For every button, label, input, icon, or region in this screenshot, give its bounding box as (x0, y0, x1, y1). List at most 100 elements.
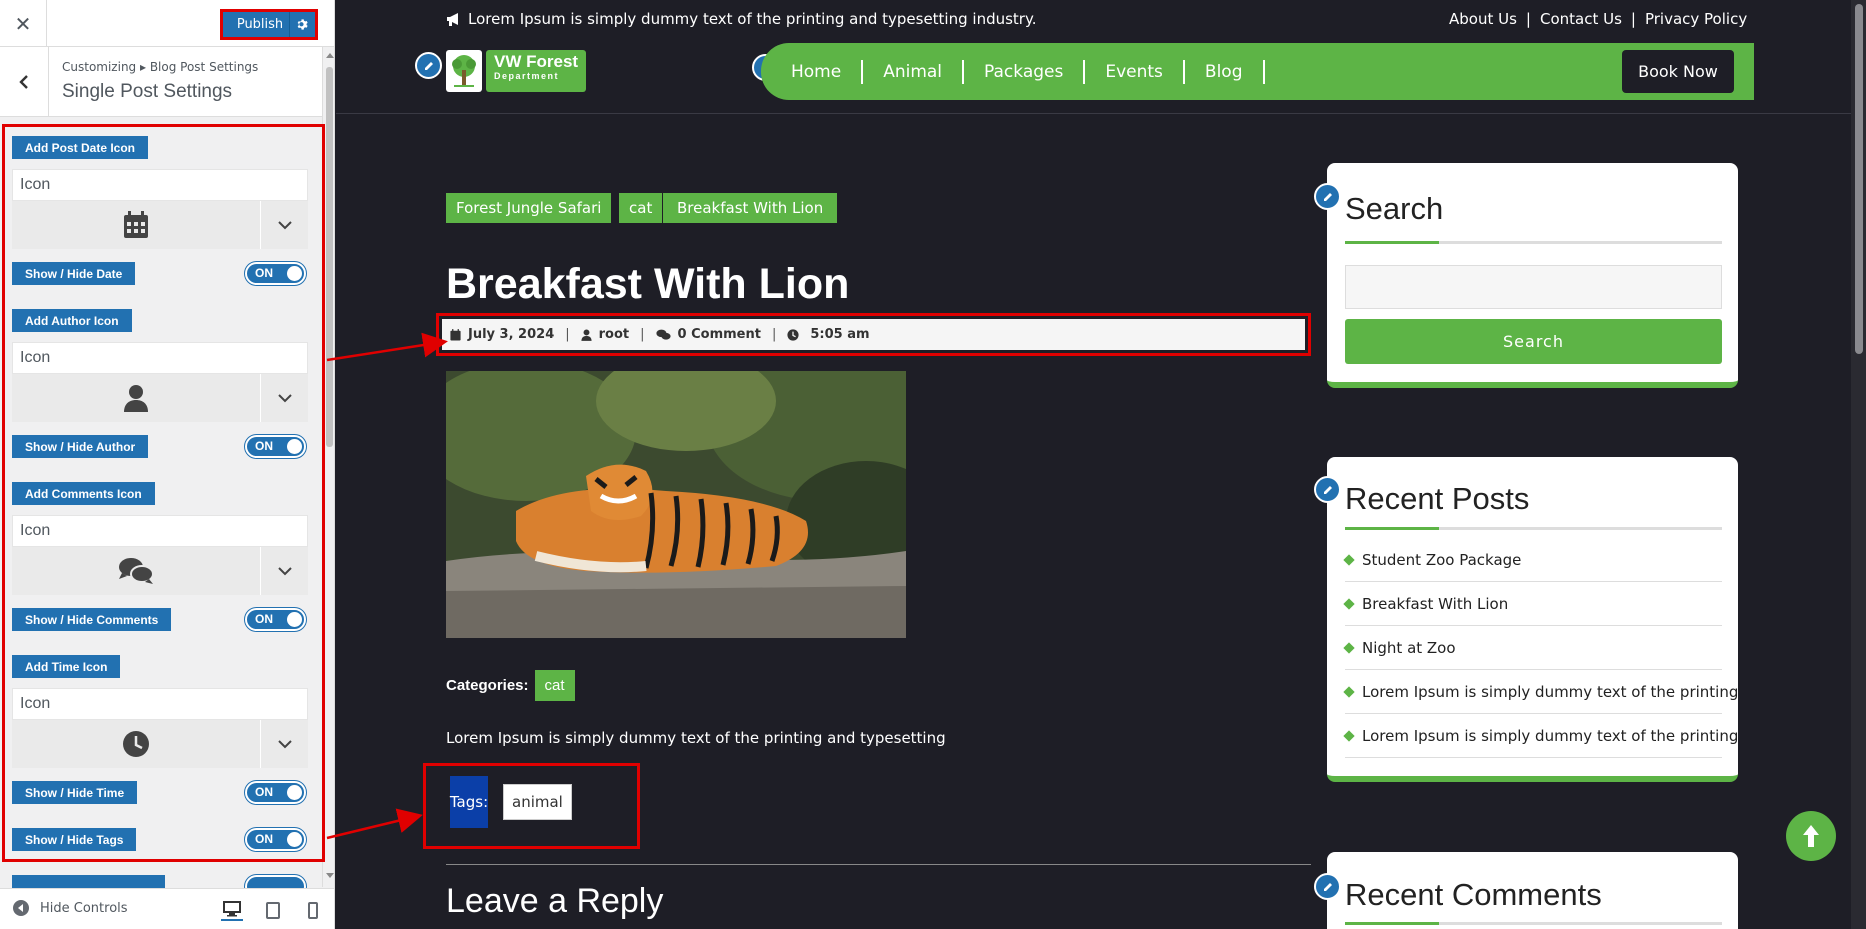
tablet-icon (266, 901, 280, 919)
chevron-left-icon (19, 75, 28, 89)
recent-post-title: Lorem Ipsum is simply dummy text of the … (1362, 726, 1739, 745)
calendar-icon (450, 328, 461, 340)
category-tag-breakfast-with-lion[interactable]: Breakfast With Lion (663, 193, 838, 223)
breadcrumb: Customizing ▸ Blog Post Settings (62, 60, 259, 74)
category-tag-forest-jungle-safari[interactable]: Forest Jungle Safari (446, 193, 612, 223)
book-now-button[interactable]: Book Now (1622, 50, 1734, 93)
customizer-footer: Hide Controls (0, 888, 334, 929)
scroll-down-arrow[interactable] (326, 873, 334, 878)
nav-animal[interactable]: Animal (863, 59, 965, 84)
edit-search-widget-shortcut[interactable] (1314, 183, 1341, 210)
pencil-icon (1323, 192, 1332, 201)
arrow-up-icon (1803, 825, 1819, 847)
hide-controls-button[interactable]: Hide Controls (12, 899, 128, 917)
diamond-bullet-icon (1343, 729, 1355, 742)
logo-text: VW Forest Department (486, 50, 587, 92)
post-author[interactable]: root (599, 327, 630, 342)
tag-animal[interactable]: animal (503, 784, 572, 820)
back-button[interactable] (0, 47, 49, 117)
nav-packages[interactable]: Packages (964, 59, 1086, 84)
recent-post-item[interactable]: Breakfast With Lion (1343, 582, 1722, 626)
recent-comments-title: Recent Comments (1345, 877, 1602, 912)
hide-controls-label: Hide Controls (40, 900, 128, 916)
top-links: About Us | Contact Us | Privacy Policy (1449, 10, 1747, 28)
desktop-icon (223, 901, 241, 917)
diamond-bullet-icon (1343, 597, 1355, 610)
header-divider (336, 113, 1851, 114)
recent-post-title: Lorem Ipsum is simply dummy text of the … (1362, 682, 1739, 701)
recent-post-item[interactable]: Student Zoo Package (1343, 538, 1722, 582)
search-button[interactable]: Search (1345, 319, 1722, 364)
about-us-link[interactable]: About Us (1449, 10, 1517, 28)
site-preview: Lorem Ipsum is simply dummy text of the … (336, 0, 1866, 929)
meta-separator: | (771, 327, 777, 342)
top-link-separator: | (1525, 10, 1531, 28)
recent-posts-title: Recent Posts (1345, 481, 1530, 516)
pencil-icon (424, 61, 433, 70)
top-link-separator: | (1630, 10, 1636, 28)
nav-blog[interactable]: Blog (1185, 59, 1265, 84)
publish-settings-button[interactable] (289, 12, 315, 37)
widget-title-underline (1345, 922, 1722, 925)
device-tablet-button[interactable] (262, 899, 284, 921)
tags-label: Tags: (450, 776, 488, 828)
meta-separator: | (565, 327, 570, 342)
customizer-top-bar: ✕ Publish (0, 0, 334, 47)
section-header: Customizing ▸ Blog Post Settings Single … (0, 47, 322, 117)
comments-icon (655, 329, 671, 340)
edit-recent-posts-shortcut[interactable] (1314, 476, 1341, 503)
nav-events[interactable]: Events (1085, 59, 1185, 84)
preview-scrollbar[interactable] (1851, 0, 1866, 929)
search-input[interactable] (1345, 265, 1722, 309)
close-customizer-button[interactable]: ✕ (0, 0, 47, 47)
contact-us-link[interactable]: Contact Us (1540, 10, 1622, 28)
recent-post-item[interactable]: Lorem Ipsum is simply dummy text of the … (1343, 714, 1738, 758)
content-divider (446, 864, 1311, 865)
clock-icon (787, 328, 799, 341)
scroll-up-arrow[interactable] (326, 53, 334, 58)
widget-title-underline (1345, 241, 1722, 244)
user-icon (581, 329, 592, 341)
post-categories: Categories: cat (446, 670, 575, 701)
post-date[interactable]: July 3, 2024 (468, 327, 554, 342)
nav-home[interactable]: Home (791, 59, 864, 84)
post-comments[interactable]: 0 Comment (678, 327, 761, 342)
device-desktop-button[interactable] (221, 899, 243, 921)
post-title: Breakfast With Lion (446, 260, 850, 308)
announcement-text: Lorem Ipsum is simply dummy text of the … (468, 10, 1037, 28)
recent-comments-widget: Recent Comments (1327, 852, 1738, 929)
device-mobile-button[interactable] (302, 899, 324, 921)
publish-highlight: Publish (220, 9, 318, 40)
recent-post-item[interactable]: Lorem Ipsum is simply dummy text of the … (1343, 670, 1738, 714)
scroll-to-top-button[interactable] (1786, 811, 1836, 861)
category-tag-cat[interactable]: cat (619, 193, 663, 223)
gear-icon (297, 19, 308, 30)
recent-post-item[interactable]: Night at Zoo (1343, 626, 1722, 670)
nav-links: Home Animal Packages Events Blog (791, 43, 1265, 100)
pencil-icon (1323, 882, 1332, 891)
recent-post-title: Breakfast With Lion (1362, 594, 1509, 613)
publish-button[interactable]: Publish (223, 12, 289, 37)
edit-logo-shortcut[interactable] (415, 52, 442, 79)
announcement-bar: Lorem Ipsum is simply dummy text of the … (446, 10, 1036, 28)
preview-scrollbar-thumb[interactable] (1855, 4, 1863, 354)
tags-highlight-box: Tags: animal (423, 763, 640, 849)
pencil-icon (1323, 485, 1332, 494)
categories-label: Categories: (446, 677, 529, 694)
diamond-bullet-icon (1343, 685, 1355, 698)
diamond-bullet-icon (1343, 641, 1355, 654)
category-badge-cat[interactable]: cat (534, 670, 575, 701)
search-widget-title: Search (1345, 191, 1444, 226)
scrollbar-thumb[interactable] (326, 67, 333, 447)
privacy-policy-link[interactable]: Privacy Policy (1645, 10, 1747, 28)
collapse-icon (13, 900, 29, 916)
section-title: Single Post Settings (62, 81, 233, 102)
logo-tree-icon (446, 50, 482, 92)
site-logo[interactable]: VW Forest Department (446, 50, 588, 92)
controls-highlight-box (2, 124, 325, 862)
post-featured-image-tiger (446, 371, 906, 638)
main-navigation: Home Animal Packages Events Blog Book No… (761, 43, 1754, 100)
post-meta-highlight: July 3, 2024 | root | 0 Comment | 5:05 a… (436, 313, 1311, 356)
post-meta: July 3, 2024 | root | 0 Comment | 5:05 a… (442, 319, 1305, 350)
edit-recent-comments-shortcut[interactable] (1314, 873, 1341, 900)
